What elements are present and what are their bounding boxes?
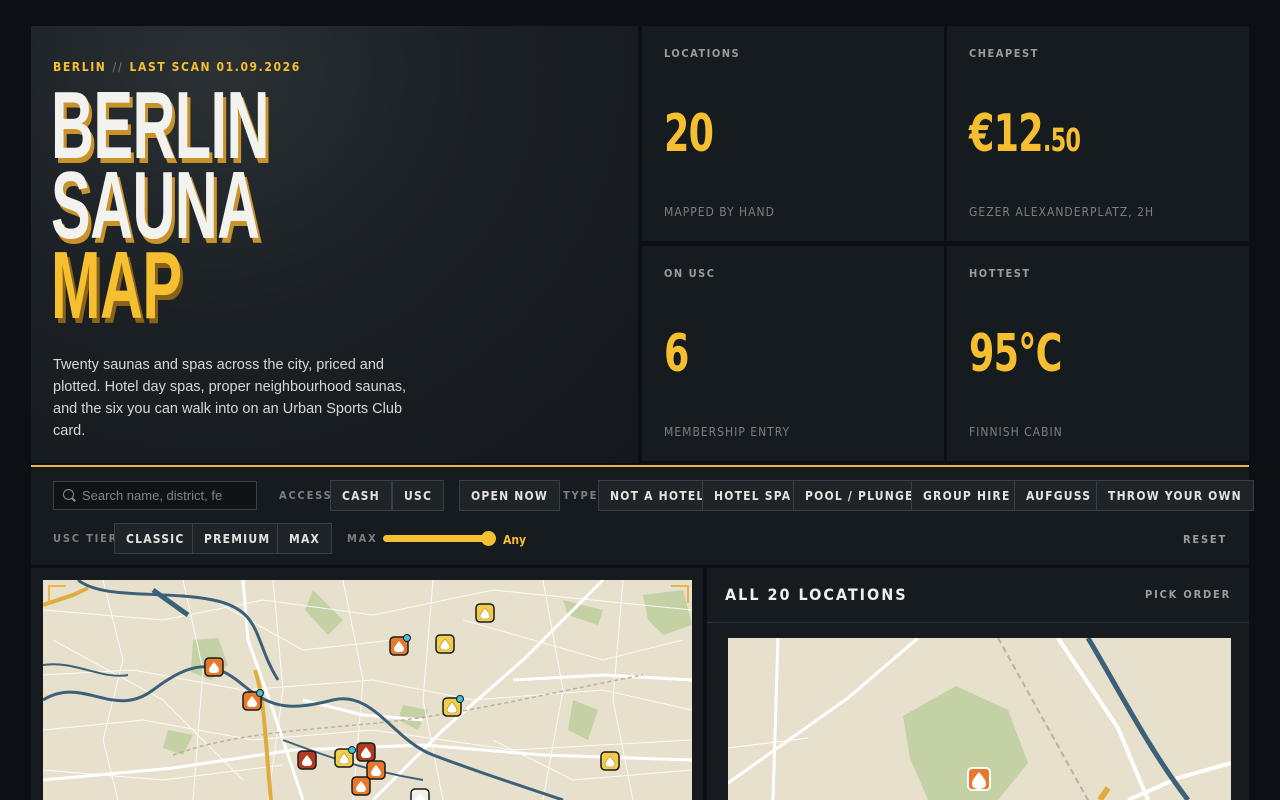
stat-locations-sub: MAPPED BY HAND xyxy=(664,205,775,219)
city-map[interactable] xyxy=(43,580,692,800)
access-label: ACCESS xyxy=(279,489,333,502)
filter-open-now[interactable]: OPEN NOW xyxy=(459,480,560,511)
sort-pick-order[interactable]: PICK ORDER xyxy=(1145,588,1231,601)
stat-locations-label: LOCATIONS xyxy=(664,47,741,60)
stat-hottest-label: HOTTEST xyxy=(969,267,1031,280)
stat-cheapest: CHEAPEST €12.50 GEZER ALEXANDERPLATZ, 2H xyxy=(947,26,1249,241)
sauna-pin[interactable] xyxy=(334,746,356,768)
type-label: TYPE xyxy=(563,489,599,502)
sauna-pin[interactable] xyxy=(442,695,464,717)
location-card-map[interactable] xyxy=(728,638,1231,800)
stat-cheapest-label: CHEAPEST xyxy=(969,47,1039,60)
stat-hottest-value: 95°C xyxy=(969,324,1062,384)
sauna-pin[interactable] xyxy=(600,751,620,771)
sauna-pin[interactable] xyxy=(410,788,430,800)
filter-cash[interactable]: CASH xyxy=(330,480,392,511)
filter-throw-your-own[interactable]: THROW YOUR OWN xyxy=(1096,480,1254,511)
list-title: ALL 20 LOCATIONS xyxy=(725,585,908,604)
map-frame-corner-tl xyxy=(48,585,66,603)
map-panel xyxy=(31,568,703,800)
tier-classic[interactable]: CLASSIC xyxy=(114,523,197,554)
list-header: ALL 20 LOCATIONS PICK ORDER xyxy=(707,568,1249,623)
search-icon xyxy=(63,489,74,500)
intro-text: Twenty saunas and spas across the city, … xyxy=(53,357,407,439)
reset-button[interactable]: RESET xyxy=(1183,533,1227,546)
stat-cheapest-value: €12.50 xyxy=(969,104,1081,170)
sauna-pin[interactable] xyxy=(389,634,411,656)
sauna-pin[interactable] xyxy=(297,750,317,770)
sauna-pin[interactable] xyxy=(475,603,495,623)
sauna-pin[interactable] xyxy=(435,634,455,654)
filter-pool-plunge[interactable]: POOL / PLUNGE xyxy=(793,480,926,511)
stat-usc-sub: MEMBERSHIP ENTRY xyxy=(664,425,791,439)
sauna-pin[interactable] xyxy=(242,689,264,711)
sauna-pin[interactable] xyxy=(204,657,224,677)
filter-not-a-hotel[interactable]: NOT A HOTEL xyxy=(598,480,717,511)
stat-locations-value: 20 xyxy=(664,104,714,164)
slider-handle[interactable] xyxy=(481,531,496,546)
usc-badge-dot xyxy=(348,746,356,754)
filter-usc[interactable]: USC xyxy=(392,480,445,511)
stat-cheapest-main: €12 xyxy=(969,104,1044,164)
stat-cheapest-sub: GEZER ALEXANDERPLATZ, 2H xyxy=(969,205,1155,219)
map-frame-corner-tr xyxy=(671,585,689,603)
sauna-pin[interactable] xyxy=(351,776,371,796)
sauna-pin[interactable] xyxy=(356,742,376,762)
mini-map-canvas xyxy=(728,638,1231,800)
stat-locations: LOCATIONS 20 MAPPED BY HAND xyxy=(642,26,944,241)
mini-map-park xyxy=(903,686,1028,800)
stat-usc: ON USC 6 MEMBERSHIP ENTRY xyxy=(642,246,944,461)
stat-usc-label: ON USC xyxy=(664,267,716,280)
page-title: BERLIN SAUNA MAP xyxy=(51,78,269,334)
stat-hottest-sub: FINNISH CABIN xyxy=(969,425,1063,439)
max-price-value: Any xyxy=(503,533,527,547)
hero-panel: BERLIN//LAST SCAN 01.09.2026 BERLIN SAUN… xyxy=(31,26,638,463)
usc-badge-dot xyxy=(456,695,464,703)
map-parks xyxy=(163,590,692,755)
filter-hotel-spa[interactable]: HOTEL SPA xyxy=(702,480,804,511)
filter-aufguss[interactable]: AUFGUSS xyxy=(1014,480,1104,511)
usc-badge-dot xyxy=(403,634,411,642)
mini-map-motorway xyxy=(1097,786,1111,800)
filter-bar: ACCESS CASH USC OPEN NOW TYPE NOT A HOTE… xyxy=(31,465,1254,565)
filter-group-hire[interactable]: GROUP HIRE xyxy=(911,480,1023,511)
usc-badge-dot xyxy=(256,689,264,697)
search-box[interactable] xyxy=(53,481,257,510)
stat-usc-value: 6 xyxy=(664,324,689,384)
max-price-slider[interactable] xyxy=(383,531,496,546)
stat-hottest: HOTTEST 95°C FINNISH CABIN xyxy=(947,246,1249,461)
location-list-panel: ALL 20 LOCATIONS PICK ORDER xyxy=(707,568,1249,800)
tier-premium[interactable]: PREMIUM xyxy=(192,523,283,554)
max-price-label: MAX xyxy=(347,532,378,545)
tier-max[interactable]: MAX xyxy=(277,523,333,554)
sauna-pin[interactable] xyxy=(366,760,386,780)
search-input[interactable] xyxy=(82,486,252,505)
tier-label: USC TIER xyxy=(53,532,119,545)
mini-map-pin[interactable] xyxy=(967,767,991,791)
map-canvas xyxy=(43,580,692,800)
stat-cheapest-cents: .50 xyxy=(1042,121,1081,159)
